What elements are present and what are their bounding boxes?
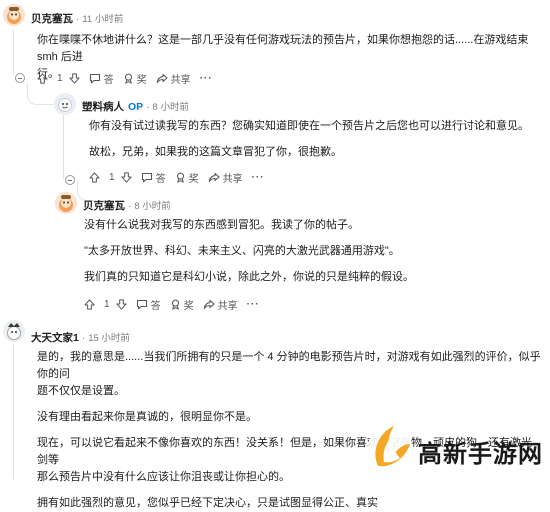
downvote-button[interactable]: [120, 171, 132, 183]
downvote-button[interactable]: [68, 72, 80, 84]
comment-paragraph: 题不仅仅是设置。: [37, 385, 125, 397]
comment-meta: 大天文家1 · 15 小时前: [31, 330, 130, 345]
award-label: 奖: [183, 300, 194, 312]
comment-paragraph: 没有什么说我对我写的东西感到冒犯。我读了你的帖子。: [84, 219, 359, 231]
award-icon: [176, 172, 184, 183]
thread-connector: [27, 84, 56, 105]
reply-button[interactable]: 答: [89, 71, 114, 86]
share-icon: [203, 299, 215, 309]
comment-paragraph: 你有没有试过读我写的东西？您确实知道即使在一个预告片之后您也可以进行讨论和意见。: [89, 120, 529, 132]
share-button[interactable]: 共享: [208, 170, 243, 185]
snoo-avatar-icon: [54, 93, 76, 115]
timestamp[interactable]: 8 小时前: [134, 201, 170, 212]
comment-paragraph: 故松，兄弟，如果我的这篇文章冒犯了你，很抱歉。: [89, 146, 342, 158]
comment-body: 你有没有试过读我写的东西？您确实知道即使在一个预告片之后您也可以进行讨论和意见。…: [89, 118, 539, 161]
collapse-thread-button[interactable]: [65, 175, 75, 185]
reply-label: 答: [155, 173, 166, 185]
more-options-button[interactable]: ···: [247, 299, 260, 310]
watermark-text: 高新手游网: [418, 441, 543, 468]
comment-actions: 1 答 奖 共享 ···: [37, 70, 222, 86]
reply-icon: [89, 73, 100, 83]
vote-count: 1: [57, 72, 63, 84]
vote-count: 1: [104, 298, 110, 310]
separator-dot: ·: [128, 201, 132, 212]
comment-paragraph: 你在喋喋不休地讲什么？这是一部几乎没有任何游戏玩法的预告片，如果你想抱怨的话..…: [37, 34, 529, 63]
collapse-thread-button[interactable]: [15, 73, 25, 83]
timestamp[interactable]: 8 小时前: [153, 102, 189, 113]
reply-button[interactable]: 答: [141, 170, 166, 185]
op-badge: OP: [128, 101, 144, 113]
upvote-icon: [89, 171, 100, 183]
downvote-icon: [68, 72, 80, 84]
award-icon: [171, 299, 179, 310]
comment-paragraph: 拥有如此强烈的意见，您似乎已经下定决心，只是试图显得公正、真实: [37, 497, 378, 509]
separator-dot: ·: [76, 14, 80, 25]
thread-line-4[interactable]: [13, 345, 14, 479]
comment-actions: 1 答 奖 共享 ···: [89, 169, 274, 185]
share-label: 共享: [170, 74, 191, 86]
comment-paragraph: 我们真的只知道它是科幻小说，除此之外，你说的只是纯粹的假设。: [84, 271, 414, 283]
comment-body: 没有什么说我对我写的东西感到冒犯。我读了你的帖子。 "太多开放世界、科幻、未来主…: [84, 217, 534, 286]
avatar: [55, 192, 77, 214]
award-button[interactable]: 奖: [123, 71, 147, 86]
award-icon: [124, 73, 132, 84]
timestamp[interactable]: 11 小时前: [82, 14, 123, 25]
comment-actions: 1 答 奖 共享 ···: [84, 296, 269, 312]
avatar: [3, 320, 25, 342]
reply-icon: [141, 172, 152, 182]
upvote-button[interactable]: [37, 72, 48, 84]
author-name[interactable]: 大天文家1: [31, 332, 79, 344]
comment-meta: 贝克塞瓦 · 11 小时前: [31, 11, 123, 26]
snoo-avatar-icon: [3, 4, 25, 26]
more-options-button[interactable]: ···: [200, 73, 213, 84]
share-label: 共享: [222, 173, 243, 185]
comment-meta: 塑料病人 OP · 8 小时前: [82, 99, 189, 114]
award-button[interactable]: 奖: [170, 297, 194, 312]
downvote-button[interactable]: [115, 298, 127, 310]
author-name[interactable]: 贝克塞瓦: [31, 13, 73, 25]
author-name[interactable]: 贝克塞瓦: [83, 200, 125, 212]
share-icon: [208, 172, 220, 182]
watermark-logo-icon: [368, 425, 412, 469]
upvote-button[interactable]: [89, 171, 100, 183]
thread-line-2[interactable]: [63, 115, 64, 179]
vote-count: 1: [109, 171, 115, 183]
more-options-button[interactable]: ···: [252, 172, 265, 183]
share-button[interactable]: 共享: [156, 71, 191, 86]
thread-line-1[interactable]: [13, 30, 14, 75]
watermark: 高新手游网: [362, 412, 550, 479]
reply-label: 答: [150, 300, 161, 312]
reply-button[interactable]: 答: [136, 297, 161, 312]
separator-dot: ·: [81, 333, 86, 344]
comment-paragraph: "太多开放世界、科幻、未来主义、闪亮的大激光武器通用游戏"。: [84, 245, 400, 257]
separator-dot: ·: [146, 102, 150, 113]
award-button[interactable]: 奖: [175, 170, 199, 185]
comment-paragraph: 是的，我的意思是......当我们所拥有的只是一个 4 分钟的电影预告片时，对游…: [37, 351, 541, 380]
share-button[interactable]: 共享: [203, 297, 238, 312]
avatar: [54, 93, 76, 115]
reply-label: 答: [103, 74, 114, 86]
upvote-button[interactable]: [84, 298, 95, 310]
share-icon: [156, 73, 168, 83]
share-label: 共享: [217, 300, 238, 312]
author-name[interactable]: 塑料病人: [82, 101, 124, 113]
award-label: 奖: [136, 74, 147, 86]
reply-icon: [136, 299, 147, 309]
timestamp[interactable]: 15 小时前: [88, 333, 130, 344]
comment-meta: 贝克塞瓦 · 8 小时前: [83, 198, 171, 213]
downvote-icon: [115, 298, 127, 310]
snoo-avatar-icon: [55, 192, 77, 214]
award-label: 奖: [188, 173, 199, 185]
snoo-avatar-icon: [3, 320, 25, 342]
downvote-icon: [120, 171, 132, 183]
upvote-icon: [37, 72, 48, 84]
avatar: [3, 4, 25, 26]
upvote-icon: [84, 298, 95, 310]
